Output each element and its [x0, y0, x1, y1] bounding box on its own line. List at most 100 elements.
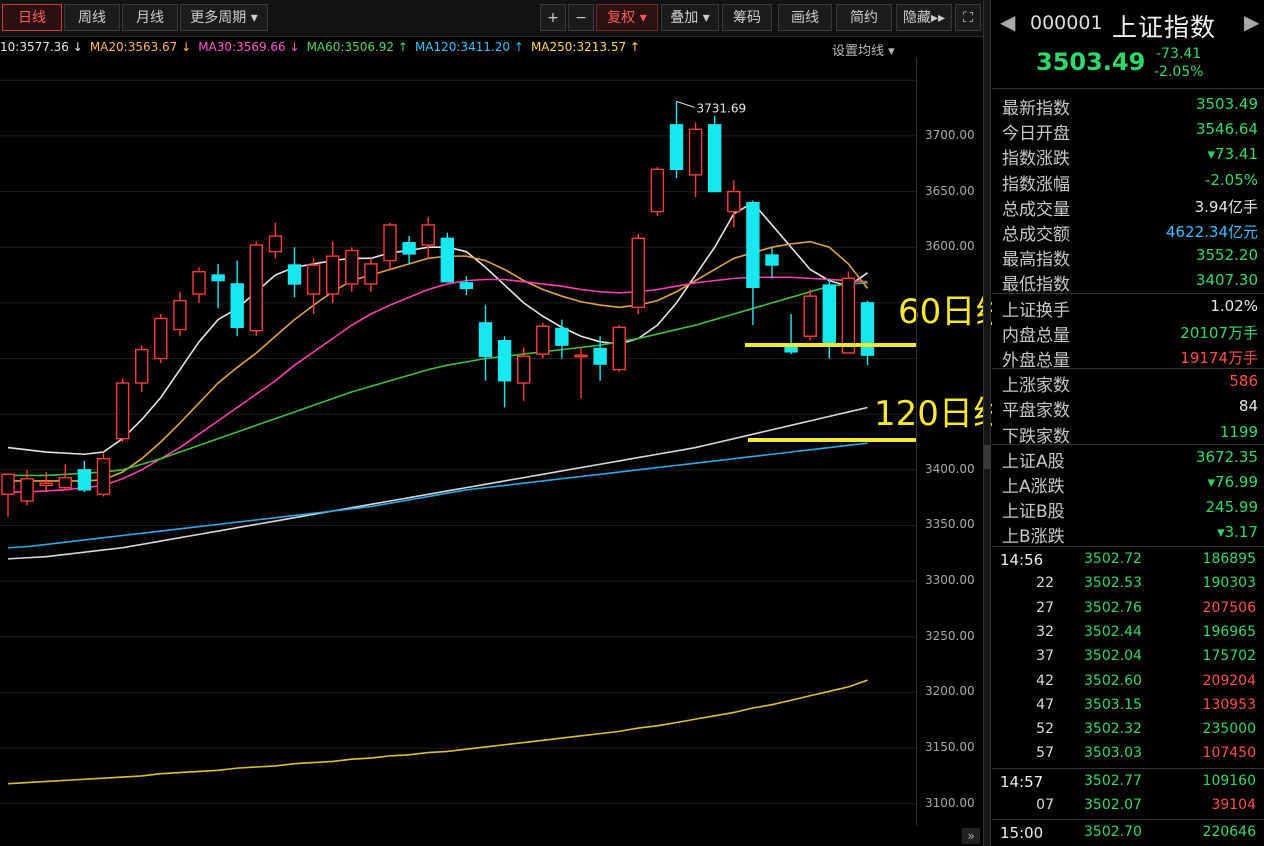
stat-label: 最新指数 [1002, 99, 1070, 119]
stat-value: ▾3.17 [1217, 523, 1258, 542]
stat-label: 指数涨幅 [1002, 174, 1070, 195]
tick-row: 47 3503.15 130953 [992, 694, 1264, 718]
y-tick-label: 3700.00 [925, 127, 975, 142]
stat-value: 3407.30 [1195, 271, 1258, 290]
drawing-button[interactable]: 画线 [778, 4, 832, 31]
period-monthly-button[interactable]: 月线 [122, 4, 178, 31]
candle-body [58, 476, 72, 489]
stat-row: 最低指数 3407.30 [992, 268, 1264, 295]
stat-value: 20107万手 [1180, 323, 1258, 342]
stat-label: 最高指数 [1002, 250, 1070, 271]
tick-volume: 186895 [1202, 551, 1256, 567]
high-label-text: 3731.69 [697, 101, 747, 115]
price-change-pct: -2.05% [1154, 64, 1204, 80]
panel-divider [983, 0, 991, 846]
stat-value: 1199 [1219, 422, 1258, 441]
tick-row: 22 3502.53 190303 [992, 572, 1264, 596]
zoom-in-button[interactable]: + [540, 4, 566, 31]
candle-body [612, 326, 626, 371]
stat-value: 4622.34亿元 [1165, 223, 1258, 241]
tick-price: 3503.15 [1084, 696, 1142, 713]
candle-body [268, 235, 283, 253]
prev-stock-icon[interactable]: ◀ [1000, 10, 1015, 34]
candle-body [249, 244, 264, 332]
zoom-out-button[interactable]: − [568, 4, 594, 31]
y-tick-label: 3200.00 [925, 684, 975, 699]
stat-label: 今日开盘 [1002, 124, 1070, 145]
tick-price: 3502.44 [1084, 623, 1142, 640]
ma-legend-item: MA30:3569.66 ↓ [198, 40, 300, 54]
hide-button[interactable]: 隐藏▸▸ [896, 4, 952, 31]
stat-value: 245.99 [1205, 498, 1259, 517]
stat-value: 3503.49 [1195, 95, 1258, 113]
expand-button[interactable]: » [962, 828, 980, 844]
high-label: 3731.69 [676, 100, 747, 115]
chart-toolbar: 日线 周线 月线 更多周期 ▾ + − 复权 ▾ 叠加 ▾ 筹码 画线 简约 隐… [0, 0, 984, 37]
stat-row: 最高指数 3552.20 [992, 243, 1264, 271]
fullscreen-button[interactable]: ⛶ [955, 4, 981, 31]
candle-body [402, 242, 416, 255]
stock-name: 上证指数 [1112, 13, 1217, 42]
candle-body [173, 299, 187, 331]
candle-body [650, 168, 665, 213]
stat-row: 上证换手 1.02% [992, 294, 1264, 321]
tick-price: 3502.77 [1084, 772, 1142, 789]
period-weekly-button[interactable]: 周线 [64, 4, 120, 31]
candle-body [784, 346, 798, 353]
stat-label: 指数涨跌 [1002, 149, 1070, 170]
double-chevron-right-icon: » [967, 829, 975, 843]
candle-body [287, 264, 302, 285]
candle-body [306, 264, 321, 295]
tick-row: 27 3502.76 207506 [992, 597, 1264, 621]
price-change: -73.41 [1156, 46, 1202, 62]
collapse-handle[interactable] [984, 445, 990, 469]
stat-value: ▾73.41 [1207, 145, 1258, 164]
tick-volume: 235000 [1202, 721, 1256, 738]
price-axis: 3700.00 3650.00 3600.00 3400.00 3350.00 3300.… [916, 58, 983, 826]
stat-row: 上证A股 3672.35 [992, 445, 1264, 472]
stat-row: 指数涨幅 -2.05% [992, 168, 1264, 195]
caret-down-icon: ▾ [250, 10, 258, 26]
ma-legend-item: MA20:3563.67 ↓ [89, 40, 192, 54]
candle-body [115, 382, 130, 440]
ma-settings-link[interactable]: 设置均线 ▾ [832, 40, 895, 59]
candlestick-chart[interactable]: 3731.69 [0, 58, 916, 826]
tick-row: 57 3503.03 107450 [992, 742, 1264, 766]
tick-volume: 190303 [1202, 575, 1256, 592]
tick-price: 3502.72 [1084, 551, 1142, 567]
period-daily-button[interactable]: 日线 [2, 4, 62, 31]
candle-body [20, 478, 34, 502]
candle-body [497, 340, 512, 382]
tick-volume: 207506 [1202, 599, 1256, 616]
quote-header: ◀ ▶ 000001 上证指数 3503.49 -73.41 -2.05% [992, 0, 1264, 89]
stat-value: 3.94亿手 [1194, 197, 1258, 216]
candle-body [383, 224, 397, 262]
candle-body [77, 469, 92, 491]
candle-body [517, 355, 531, 384]
tick-price: 3502.60 [1084, 672, 1142, 689]
section-divider [992, 546, 1264, 547]
hide-label: 隐藏 [902, 10, 931, 26]
more-periods-dropdown[interactable]: 更多周期 ▾ [180, 4, 268, 31]
ma-line-ma30 [8, 276, 868, 493]
candle-body [593, 347, 607, 365]
candle-body [631, 237, 645, 309]
tick-row: 52 3502.32 235000 [992, 718, 1264, 742]
y-tick-label: 3650.00 [925, 183, 975, 198]
stat-value: 586 [1229, 372, 1258, 391]
tick-price: 3502.04 [1084, 648, 1142, 665]
tick-time: 32 [1036, 623, 1054, 640]
stat-row: 总成交量 3.94亿手 [992, 193, 1264, 220]
double-chevron-right-icon: ▸▸ [930, 10, 946, 26]
section-divider [992, 767, 1264, 769]
stat-value: 1.02% [1210, 296, 1258, 315]
tick-volume: 196965 [1202, 623, 1256, 640]
stat-label: 上涨家数 [1002, 376, 1070, 397]
caret-down-icon: ▾ [639, 10, 647, 26]
adjust-price-dropdown[interactable]: 复权 ▾ [596, 4, 658, 31]
next-stock-icon[interactable]: ▶ [1244, 10, 1259, 34]
brief-button[interactable]: 简约 [836, 4, 892, 31]
stat-row: 上B涨跌 ▾3.17 [992, 520, 1264, 547]
overlay-dropdown[interactable]: 叠加 ▾ [661, 4, 719, 31]
chips-button[interactable]: 筹码 [722, 4, 772, 31]
